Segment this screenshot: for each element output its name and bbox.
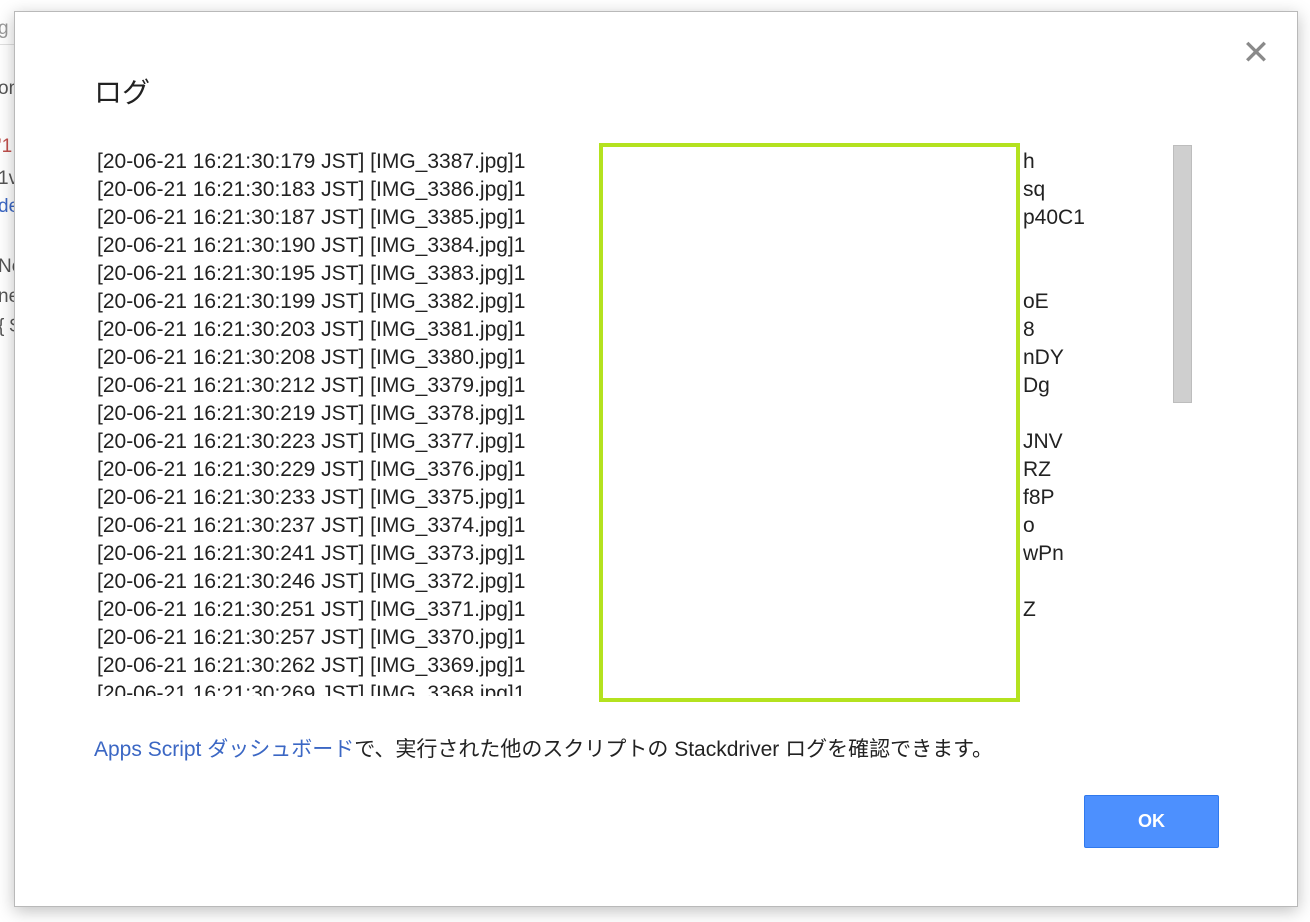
log-line-tail: 8 xyxy=(1023,318,1035,341)
log-line-text: [20-06-21 16:21:30:212 JST] [IMG_3379.jp… xyxy=(97,374,526,397)
log-line-tail: h xyxy=(1023,150,1035,173)
background-code-fragment: g xyxy=(0,18,9,39)
log-line-text: [20-06-21 16:21:30:269 JST] [IMG_3368.jp… xyxy=(97,682,526,696)
log-line-tail: sq xyxy=(1023,178,1046,201)
log-line-tail: Z xyxy=(1023,598,1036,621)
log-line-text: [20-06-21 16:21:30:257 JST] [IMG_3370.jp… xyxy=(97,626,526,649)
log-line-text: [20-06-21 16:21:30:187 JST] [IMG_3385.jp… xyxy=(97,206,526,229)
log-line-text: [20-06-21 16:21:30:237 JST] [IMG_3374.jp… xyxy=(97,514,526,537)
log-line-tail: RZ xyxy=(1023,458,1051,481)
log-line-tail: Dg xyxy=(1023,374,1050,397)
dialog-title: ログ xyxy=(94,77,151,108)
log-line-text: [20-06-21 16:21:30:199 JST] [IMG_3382.jp… xyxy=(97,290,526,313)
log-line-tail: o xyxy=(1023,514,1035,537)
log-scrollbar[interactable] xyxy=(1173,145,1192,403)
log-line-text: [20-06-21 16:21:30:246 JST] [IMG_3372.jp… xyxy=(97,570,526,593)
redaction-box xyxy=(599,143,1020,702)
log-line-text: [20-06-21 16:21:30:203 JST] [IMG_3381.jp… xyxy=(97,318,526,341)
log-line-text: [20-06-21 16:21:30:241 JST] [IMG_3373.jp… xyxy=(97,542,526,565)
log-line-text: [20-06-21 16:21:30:190 JST] [IMG_3384.jp… xyxy=(97,234,526,257)
footer-description: で、実行された他のスクリプトの Stackdriver ログを確認できます。 xyxy=(354,738,993,761)
log-line-text: [20-06-21 16:21:30:183 JST] [IMG_3386.jp… xyxy=(97,178,526,201)
log-line-tail: JNV xyxy=(1023,430,1063,453)
close-icon[interactable]: ✕ xyxy=(1241,36,1271,70)
log-line-text: [20-06-21 16:21:30:229 JST] [IMG_3376.jp… xyxy=(97,458,526,481)
log-line-tail: wPn xyxy=(1023,542,1064,565)
log-line-tail: nDY xyxy=(1023,346,1064,369)
log-line-tail: oE xyxy=(1023,290,1049,313)
log-line-text: [20-06-21 16:21:30:195 JST] [IMG_3383.jp… xyxy=(97,262,526,285)
dialog-footer-text: Apps Script ダッシュボードで、実行された他のスクリプトの Stack… xyxy=(94,733,993,763)
log-line-tail: p40C1 xyxy=(1023,206,1085,229)
log-line-text: [20-06-21 16:21:30:179 JST] [IMG_3387.jp… xyxy=(97,150,526,173)
log-line-text: [20-06-21 16:21:30:223 JST] [IMG_3377.jp… xyxy=(97,430,526,453)
log-line-text: [20-06-21 16:21:30:233 JST] [IMG_3375.jp… xyxy=(97,486,526,509)
log-line-text: [20-06-21 16:21:30:262 JST] [IMG_3369.jp… xyxy=(97,654,526,677)
ok-button[interactable]: OK xyxy=(1084,795,1219,848)
log-dialog: ✕ ログ [20-06-21 16:21:30:179 JST] [IMG_33… xyxy=(14,11,1298,907)
background-code-fragment: '1 xyxy=(0,136,13,157)
log-line-text: [20-06-21 16:21:30:251 JST] [IMG_3371.jp… xyxy=(97,598,526,621)
apps-script-dashboard-link[interactable]: Apps Script ダッシュボード xyxy=(94,738,354,761)
log-line-text: [20-06-21 16:21:30:208 JST] [IMG_3380.jp… xyxy=(97,346,526,369)
log-line-tail: f8P xyxy=(1023,486,1055,509)
log-line-text: [20-06-21 16:21:30:219 JST] [IMG_3378.jp… xyxy=(97,402,526,425)
